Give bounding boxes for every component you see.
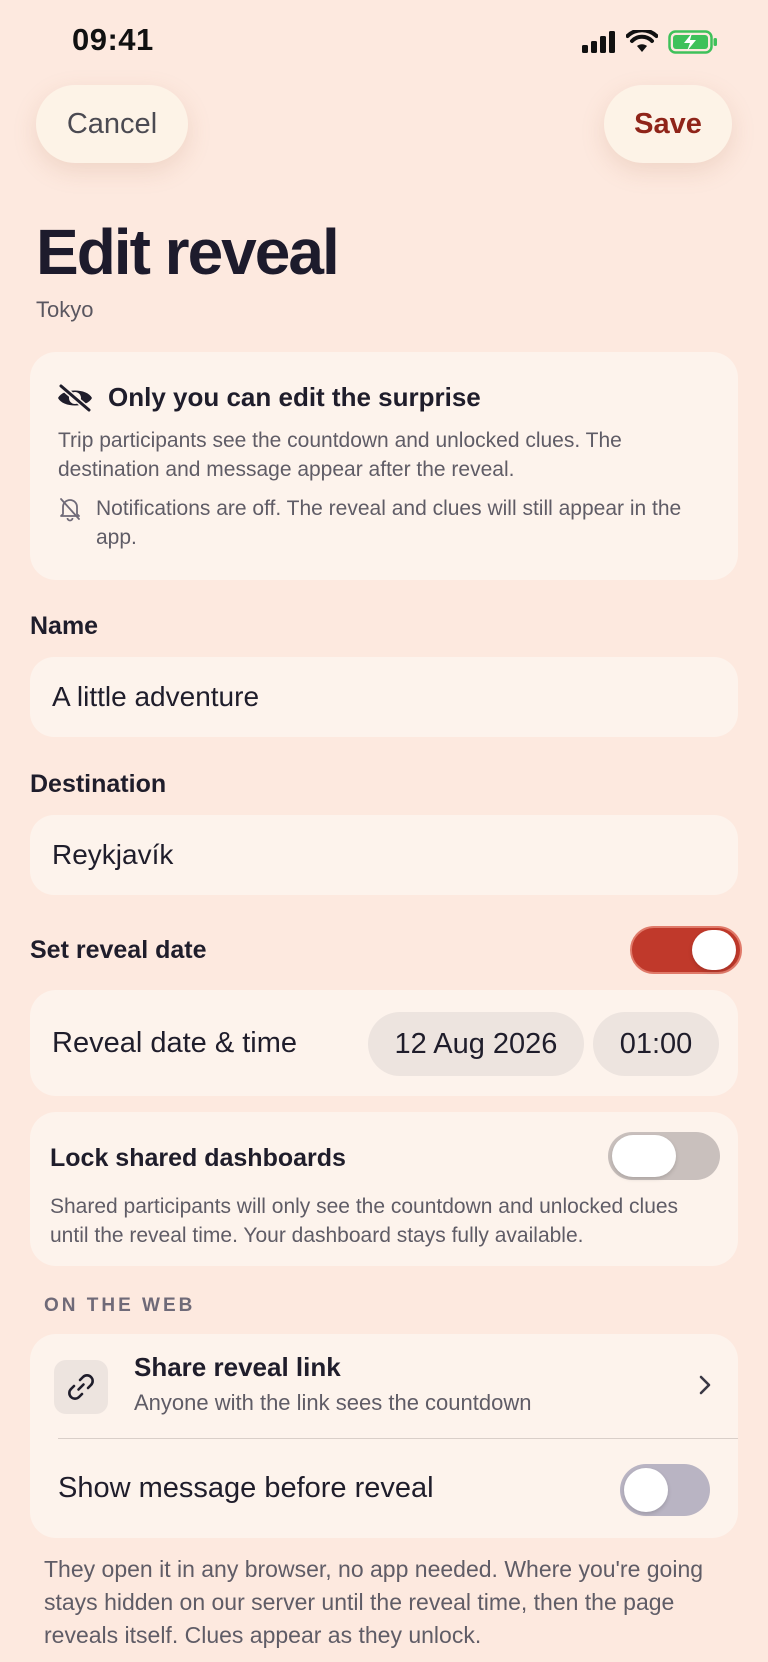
name-value: A little adventure — [52, 681, 260, 712]
page-subtitle: Tokyo — [36, 297, 94, 322]
cancel-button[interactable]: Cancel — [36, 85, 188, 163]
share-link-subtitle: Anyone with the link sees the countdown — [134, 1390, 532, 1415]
privacy-heading: Only you can edit the surprise — [108, 382, 481, 412]
name-label: Name — [30, 612, 99, 640]
divider — [58, 1438, 738, 1439]
web-section-title: ON THE WEB — [44, 1295, 196, 1316]
link-icon — [68, 1374, 94, 1400]
reveal-date-toggle-label: Set reveal date — [30, 936, 207, 964]
reveal-datetime-label: Reveal date & time — [52, 1027, 298, 1059]
page-title: Edit reveal — [36, 216, 340, 288]
lock-dashboards-toggle[interactable] — [608, 1132, 720, 1180]
privacy-body: Trip participants see the countdown and … — [58, 429, 622, 481]
destination-label: Destination — [30, 770, 167, 798]
bell-off-icon — [60, 498, 80, 522]
name-input[interactable]: A little adventure — [30, 657, 738, 737]
toggle-knob — [692, 930, 736, 970]
chevron-right-icon — [699, 1375, 711, 1395]
status-time: 09:41 — [72, 22, 154, 57]
reveal-date-toggle[interactable] — [630, 926, 742, 974]
signal-icon — [582, 31, 615, 53]
status-icons — [582, 30, 718, 54]
notification-note: Notifications are off. The reveal and cl… — [96, 497, 682, 549]
toggle-knob — [624, 1468, 668, 1512]
lock-dashboards-card: Lock shared dashboards Shared participan… — [30, 1112, 738, 1266]
save-button[interactable]: Save — [604, 85, 732, 163]
share-link-title: Share reveal link — [134, 1352, 341, 1382]
destination-input[interactable]: Reykjavík — [30, 815, 738, 895]
wifi-icon — [626, 30, 658, 52]
privacy-info-card: Only you can edit the surprise Trip part… — [30, 352, 738, 580]
lock-dashboards-description: Shared participants will only see the co… — [50, 1195, 679, 1247]
footer-note: They open it in any browser, no app need… — [44, 1556, 704, 1648]
reveal-date-picker[interactable]: 12 Aug 2026 — [368, 1012, 584, 1076]
eye-off-icon — [58, 383, 92, 412]
show-message-toggle[interactable] — [620, 1464, 710, 1516]
show-message-label: Show message before reveal — [58, 1472, 434, 1504]
battery-charging-icon — [668, 30, 717, 54]
destination-value: Reykjavík — [52, 839, 174, 870]
notification-note-row: Notifications are off. The reveal and cl… — [58, 494, 708, 552]
privacy-heading-row: Only you can edit the surprise — [56, 382, 481, 413]
reveal-time-picker[interactable]: 01:00 — [593, 1012, 719, 1076]
share-reveal-link-row[interactable]: Share reveal link Anyone with the link s… — [30, 1334, 738, 1438]
toggle-knob — [612, 1135, 676, 1177]
link-icon-container — [54, 1360, 108, 1414]
web-section-card: Share reveal link Anyone with the link s… — [30, 1334, 738, 1538]
lock-dashboards-label: Lock shared dashboards — [50, 1144, 346, 1172]
reveal-datetime-card: Reveal date & time 12 Aug 2026 01:00 — [30, 990, 738, 1096]
